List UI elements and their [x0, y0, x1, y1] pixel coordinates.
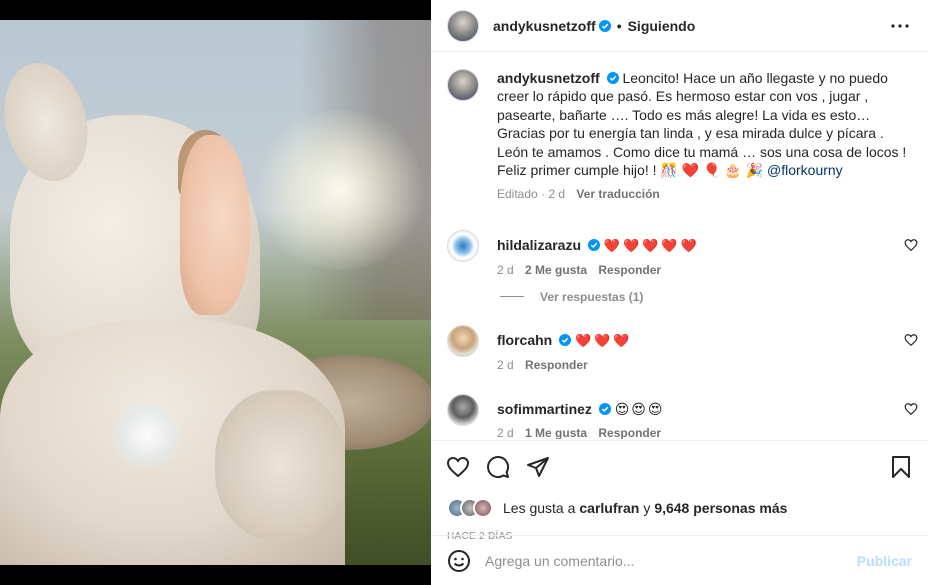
- post-header: andykusnetzoff • Siguiendo: [431, 0, 928, 52]
- caption-line: pasearte, bañarte …. Todo es más alegre!…: [497, 106, 871, 123]
- comment-body: florcahn ❤️❤️❤️ 2 d Responder: [497, 325, 912, 372]
- photo-sunlight: [250, 110, 430, 270]
- post-media[interactable]: [0, 0, 431, 585]
- header-separator: •: [616, 17, 622, 34]
- comment-row: sofimmartinez 😍😍😍: [497, 394, 912, 418]
- post-caption: andykusnetzoff Leoncito! Hace un año lle…: [431, 53, 928, 204]
- caption-emojis: 🎊 ❤️ 🎈 🎂 🎉: [660, 162, 764, 179]
- smiley-icon[interactable]: [447, 549, 471, 573]
- view-replies-divider: [500, 296, 524, 298]
- comment-button[interactable]: [485, 454, 511, 480]
- comment-input[interactable]: [485, 552, 857, 569]
- caption-username[interactable]: andykusnetzoff: [497, 70, 600, 86]
- publish-button[interactable]: Publicar: [857, 553, 912, 569]
- share-icon: [527, 457, 549, 477]
- comment-text: 😍😍😍: [614, 400, 665, 417]
- comment-username[interactable]: sofimmartinez: [497, 401, 592, 417]
- comment-body: sofimmartinez 😍😍😍 2 d 1 Me gusta Respond…: [497, 394, 912, 439]
- comment-meta: 2 d 2 Me gusta Responder: [497, 263, 912, 277]
- verified-icon: [606, 72, 619, 84]
- verified-icon: [598, 19, 611, 32]
- photo-lens-glow: [112, 400, 182, 470]
- liker-username[interactable]: carlufran: [579, 500, 639, 516]
- comment-row: florcahn ❤️❤️❤️: [497, 325, 912, 350]
- verified-icon: [587, 238, 600, 251]
- add-comment-bar: Publicar: [431, 535, 928, 585]
- heart-icon[interactable]: [904, 402, 918, 416]
- comment-body: hildalizarazu ❤️❤️❤️❤️❤️ 2 d 2 Me gusta …: [497, 230, 912, 277]
- following-button[interactable]: Siguiendo: [628, 18, 696, 34]
- post-modal: andykusnetzoff • Siguiendo andykusnetzof…: [0, 0, 928, 585]
- comment-likes-button[interactable]: 2 Me gusta: [525, 263, 587, 277]
- header-username[interactable]: andykusnetzoff: [493, 18, 596, 34]
- like-button[interactable]: [445, 454, 471, 480]
- likes-prefix: Les gusta a: [503, 500, 576, 516]
- avatar[interactable]: [447, 393, 479, 426]
- header-user: andykusnetzoff • Siguiendo: [493, 18, 695, 34]
- comments-list[interactable]: andykusnetzoff Leoncito! Hace un año lle…: [431, 53, 928, 439]
- likes-count[interactable]: 9,648 personas más: [654, 500, 787, 516]
- comment-meta: 2 d Responder: [497, 358, 912, 372]
- caption-line: Feliz primer cumple hijo! !: [497, 162, 657, 179]
- list-item: florcahn ❤️❤️❤️ 2 d Responder: [431, 324, 928, 372]
- avatar[interactable]: [447, 9, 479, 42]
- comment-icon: [487, 456, 510, 478]
- list-item: sofimmartinez 😍😍😍 2 d 1 Me gusta Respond…: [431, 393, 928, 439]
- more-options-icon[interactable]: [888, 14, 912, 38]
- verified-icon: [559, 333, 572, 346]
- heart-icon: [446, 456, 470, 478]
- likes-summary: Les gusta a carlufran y 9,648 personas m…: [431, 493, 928, 523]
- action-bar: [431, 441, 928, 493]
- caption-text: andykusnetzoff Leoncito! Hace un año lle…: [497, 69, 907, 204]
- avatar[interactable]: [447, 69, 479, 101]
- save-button[interactable]: [888, 454, 914, 480]
- reply-button[interactable]: Responder: [598, 263, 661, 277]
- comment-likes-button[interactable]: 1 Me gusta: [525, 426, 587, 439]
- post-sidebar: andykusnetzoff • Siguiendo andykusnetzof…: [431, 0, 928, 585]
- edited-label: Editado · 2 d: [497, 187, 566, 202]
- comment-username[interactable]: hildalizarazu: [497, 237, 581, 253]
- heart-icon[interactable]: [904, 333, 918, 347]
- verified-icon: [598, 402, 611, 415]
- comment-time: 2 d: [497, 357, 514, 372]
- liker-avatars[interactable]: [447, 498, 499, 518]
- post-photo: [0, 20, 431, 565]
- avatar: [473, 498, 493, 518]
- comment-text: ❤️❤️❤️❤️❤️: [603, 237, 700, 253]
- likes-connector: y: [643, 500, 651, 516]
- comment-meta: 2 d 1 Me gusta Responder: [497, 426, 912, 439]
- reply-button[interactable]: Responder: [525, 358, 588, 372]
- mention-link[interactable]: @florkourny: [767, 162, 843, 178]
- caption-line: Gracias por tu energía tan linda , y esa…: [497, 125, 884, 142]
- comment-row: hildalizarazu ❤️❤️❤️❤️❤️: [497, 230, 912, 255]
- translate-button[interactable]: Ver traducción: [576, 187, 659, 201]
- caption-line: Leoncito! Hace un año llegaste y no pued…: [622, 70, 888, 86]
- comment-time: 2 d: [497, 262, 514, 277]
- caption-meta: Editado · 2 d Ver traducción: [497, 185, 907, 203]
- heart-icon[interactable]: [904, 238, 918, 252]
- photo-face: [180, 135, 250, 315]
- comment-time: 2 d: [497, 425, 514, 439]
- post-actions: Les gusta a carlufran y 9,648 personas m…: [431, 440, 928, 585]
- bookmark-icon: [892, 456, 910, 478]
- view-replies-label[interactable]: Ver respuestas (1): [540, 290, 643, 304]
- caption-line: creer lo rápido que pasó. Es hermoso est…: [497, 88, 869, 105]
- caption-line: León te amamos . Como dice tu mamá … sos…: [497, 143, 907, 160]
- comment-username[interactable]: florcahn: [497, 332, 552, 348]
- photo-sleeve: [215, 390, 345, 540]
- reply-button[interactable]: Responder: [598, 426, 661, 439]
- view-replies[interactable]: Ver respuestas (1): [431, 277, 928, 317]
- avatar[interactable]: [447, 229, 479, 262]
- comment-text: ❤️❤️❤️: [575, 332, 633, 348]
- avatar[interactable]: [447, 324, 479, 357]
- list-item: hildalizarazu ❤️❤️❤️❤️❤️ 2 d 2 Me gusta …: [431, 229, 928, 277]
- share-button[interactable]: [525, 454, 551, 480]
